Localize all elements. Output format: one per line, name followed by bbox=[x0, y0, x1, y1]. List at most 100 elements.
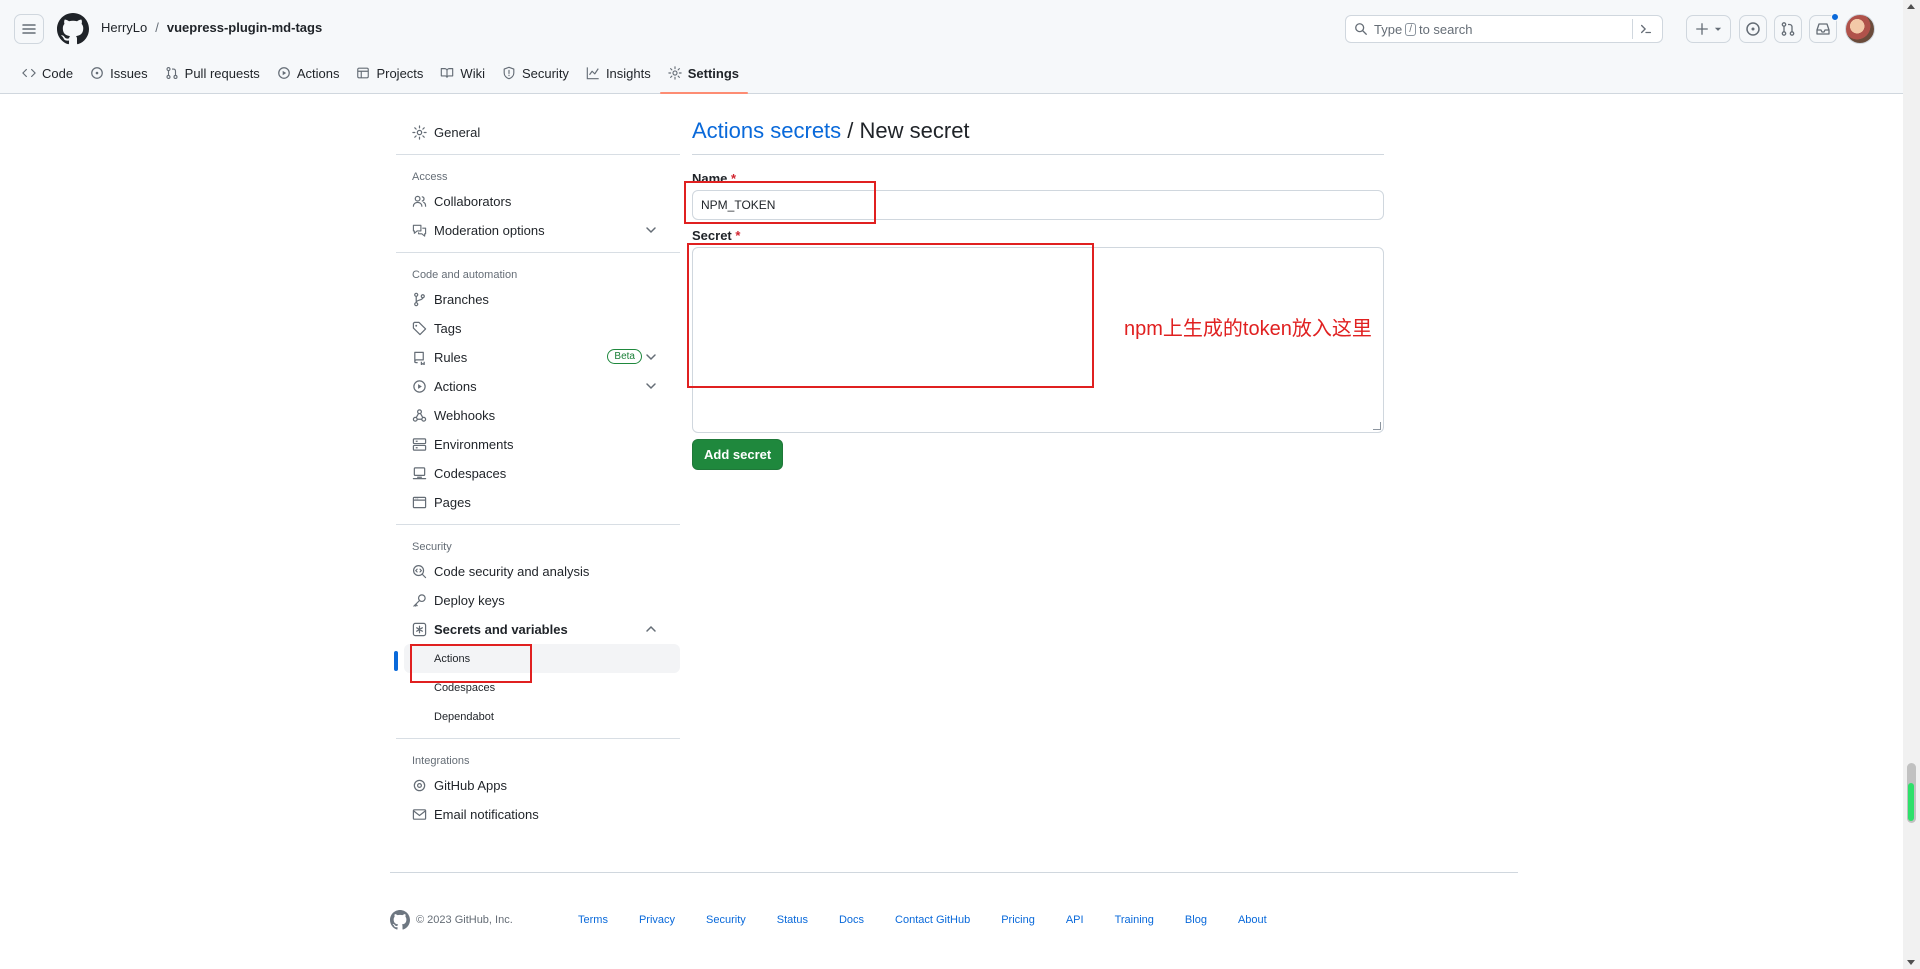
sidebar-item-codespaces[interactable]: Codespaces bbox=[396, 459, 680, 488]
sidebar-item-label: Deploy keys bbox=[434, 593, 505, 608]
repo-link[interactable]: vuepress-plugin-md-tags bbox=[167, 20, 322, 35]
sidebar-item-webhooks[interactable]: Webhooks bbox=[396, 401, 680, 430]
terminal-icon bbox=[1640, 24, 1651, 34]
search-suffix: to search bbox=[1418, 21, 1473, 37]
sidebar-item-tags[interactable]: Tags bbox=[396, 314, 680, 343]
resize-handle[interactable] bbox=[1373, 422, 1381, 430]
sidebar-divider bbox=[396, 252, 680, 253]
tab-settings[interactable]: Settings bbox=[659, 58, 749, 94]
breadcrumb: HerryLo / vuepress-plugin-md-tags bbox=[101, 20, 322, 35]
required-mark: * bbox=[735, 228, 741, 243]
caret-down-icon bbox=[1714, 27, 1721, 31]
apps-icon bbox=[413, 779, 426, 792]
tab-issues[interactable]: Issues bbox=[82, 58, 157, 88]
title-current: New secret bbox=[859, 118, 970, 143]
sidebar-item-moderation[interactable]: Moderation options bbox=[396, 216, 680, 245]
sidebar-item-email-notifications[interactable]: Email notifications bbox=[396, 800, 680, 829]
repo-tabs: Code Issues Pull requests Actions Projec… bbox=[14, 58, 749, 94]
sidebar-item-label: Code security and analysis bbox=[434, 564, 590, 579]
code-icon bbox=[22, 68, 36, 78]
footer-link-privacy[interactable]: Privacy bbox=[639, 914, 675, 926]
add-secret-button[interactable]: Add secret bbox=[692, 439, 784, 470]
server-icon bbox=[412, 438, 427, 451]
page-scrollbar[interactable] bbox=[1903, 0, 1920, 969]
search-icon bbox=[1355, 23, 1367, 35]
sidebar-subitem-label: Codespaces bbox=[434, 681, 496, 694]
sidebar-item-actions[interactable]: Actions bbox=[396, 372, 680, 401]
footer-link-security[interactable]: Security bbox=[706, 914, 746, 926]
search-shortcut-key: / bbox=[1405, 22, 1416, 36]
notification-dot bbox=[1831, 13, 1839, 21]
footer-link-contact[interactable]: Contact GitHub bbox=[895, 914, 970, 926]
tab-pull-requests[interactable]: Pull requests bbox=[157, 58, 269, 88]
footer-link-pricing[interactable]: Pricing bbox=[1001, 914, 1035, 926]
pull-requests-button[interactable] bbox=[1774, 15, 1802, 43]
scroll-indicator bbox=[1908, 783, 1914, 821]
shield-icon bbox=[503, 66, 515, 80]
sidebar-item-label: Rules bbox=[434, 350, 468, 365]
search-prefix: Type bbox=[1374, 21, 1403, 37]
sidebar-item-deploy-keys[interactable]: Deploy keys bbox=[396, 586, 680, 615]
tab-wiki[interactable]: Wiki bbox=[432, 58, 494, 88]
avatar[interactable] bbox=[1845, 14, 1875, 44]
sidebar-item-github-apps[interactable]: GitHub Apps bbox=[396, 771, 680, 800]
sidebar-item-code-security[interactable]: Code security and analysis bbox=[396, 557, 680, 586]
sidebar-item-secrets[interactable]: Secrets and variables bbox=[396, 615, 680, 644]
gear-icon bbox=[412, 125, 427, 140]
sidebar-heading-access: Access bbox=[412, 171, 448, 183]
sidebar-item-general[interactable]: General bbox=[396, 118, 680, 147]
tab-insights[interactable]: Insights bbox=[578, 58, 660, 88]
annotation-box-name bbox=[684, 181, 876, 224]
issue-icon bbox=[91, 67, 103, 79]
sidebar-item-environments[interactable]: Environments bbox=[396, 430, 680, 459]
footer-link-docs[interactable]: Docs bbox=[839, 914, 864, 926]
tab-projects[interactable]: Projects bbox=[348, 58, 432, 88]
scroll-down-arrow[interactable] bbox=[1907, 960, 1915, 965]
menu-button[interactable] bbox=[14, 14, 44, 44]
footer-links: Terms Privacy Security Status Docs Conta… bbox=[578, 914, 1298, 926]
sidebar-item-label: Tags bbox=[434, 321, 462, 336]
sidebar-item-label: General bbox=[434, 125, 481, 140]
tab-security[interactable]: Security bbox=[494, 58, 578, 88]
sidebar-item-collaborators[interactable]: Collaborators bbox=[396, 187, 680, 216]
github-logo-icon[interactable] bbox=[390, 910, 410, 930]
chevron-down-icon bbox=[646, 354, 656, 361]
sidebar-item-rules[interactable]: Rules Beta bbox=[396, 343, 680, 372]
scroll-up-arrow[interactable] bbox=[1907, 4, 1915, 9]
hamburger-icon bbox=[22, 24, 36, 34]
inbox-button[interactable] bbox=[1809, 13, 1839, 43]
sidebar-item-label: Pages bbox=[434, 495, 471, 510]
actions-secrets-link[interactable]: Actions secrets bbox=[692, 118, 841, 143]
gear-icon bbox=[668, 66, 682, 80]
sidebar-item-branches[interactable]: Branches bbox=[396, 285, 680, 314]
sidebar-subitem-dependabot[interactable]: Dependabot bbox=[396, 702, 680, 731]
active-indicator bbox=[394, 651, 398, 671]
sidebar-subitem-label: Dependabot bbox=[434, 710, 494, 723]
codescan-icon bbox=[412, 564, 427, 579]
command-palette-button[interactable] bbox=[1632, 19, 1658, 39]
footer-link-about[interactable]: About bbox=[1238, 914, 1267, 926]
browser-icon bbox=[412, 496, 427, 509]
owner-link[interactable]: HerryLo bbox=[101, 20, 147, 35]
tab-code[interactable]: Code bbox=[14, 58, 82, 88]
create-new-button[interactable] bbox=[1686, 15, 1731, 43]
github-logo[interactable] bbox=[57, 13, 89, 45]
key-icon bbox=[413, 594, 426, 607]
pull-request-icon bbox=[1781, 22, 1795, 36]
sidebar-item-label: Collaborators bbox=[434, 194, 512, 209]
sidebar-item-label: Actions bbox=[434, 379, 477, 394]
sidebar-divider bbox=[396, 154, 680, 155]
footer-link-status[interactable]: Status bbox=[777, 914, 808, 926]
footer-link-training[interactable]: Training bbox=[1115, 914, 1154, 926]
page: HerryLo / vuepress-plugin-md-tags Type /… bbox=[0, 0, 1920, 969]
sidebar-item-pages[interactable]: Pages bbox=[396, 488, 680, 517]
footer-link-blog[interactable]: Blog bbox=[1185, 914, 1207, 926]
issues-button[interactable] bbox=[1739, 15, 1767, 43]
footer-link-api[interactable]: API bbox=[1066, 914, 1084, 926]
sidebar-item-label: Webhooks bbox=[434, 408, 496, 423]
sidebar-item-label: Secrets and variables bbox=[434, 622, 568, 637]
footer-link-terms[interactable]: Terms bbox=[578, 914, 608, 926]
tab-label: Actions bbox=[296, 65, 340, 81]
tab-actions[interactable]: Actions bbox=[269, 58, 349, 88]
search-input[interactable]: Type / to search bbox=[1345, 15, 1663, 43]
